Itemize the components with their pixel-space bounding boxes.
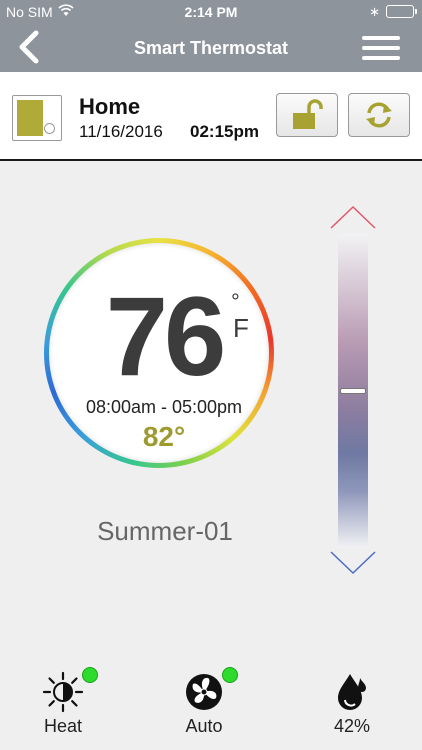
dial-face: 76 ° F 08:00am - 05:00pm 82° (49, 243, 269, 463)
battery-icon (386, 5, 417, 18)
menu-line-icon (362, 46, 400, 50)
menu-line-icon (362, 36, 400, 40)
bluetooth-icon: ∗ (369, 4, 380, 19)
mode-active-indicator (82, 667, 98, 683)
unlock-icon (293, 99, 323, 129)
page-title: Smart Thermostat (133, 38, 289, 58)
slider-thumb[interactable] (340, 388, 366, 394)
fan-label: Auto (185, 716, 223, 736)
bottom-bar: Heat Auto 42% (0, 660, 422, 750)
decrease-arrow-icon[interactable] (328, 546, 378, 576)
refresh-icon (366, 102, 392, 128)
humidity-value: 42% (333, 716, 371, 736)
location-name: Home (79, 94, 141, 119)
unlock-button[interactable] (276, 93, 338, 137)
thermostat-device-icon[interactable] (12, 95, 62, 141)
nav-bar: No SIM 2:14 PM ∗ Smart Thermostat (0, 0, 422, 72)
fan-active-indicator (222, 667, 238, 683)
refresh-button[interactable] (348, 93, 410, 137)
temperature-dial[interactable]: 76 ° F 08:00am - 05:00pm 82° (44, 238, 274, 468)
fan-icon (186, 674, 222, 710)
schedule-profile-name[interactable]: Summer-01 (0, 516, 330, 547)
header-time: 02:15pm (190, 122, 259, 141)
schedule-time-range: 08:00am - 05:00pm (85, 397, 243, 417)
degree-symbol: ° (231, 289, 240, 314)
status-bar: No SIM 2:14 PM ∗ (0, 0, 422, 24)
humidity-drop-icon (338, 674, 366, 710)
device-panel (17, 100, 43, 136)
temperature-slider[interactable] (328, 204, 378, 576)
increase-arrow-icon[interactable] (328, 204, 378, 234)
setpoint-temperature: 82° (142, 421, 186, 452)
temperature-unit: F (233, 313, 249, 343)
header-date: 11/16/2016 (79, 122, 163, 141)
mode-label: Heat (43, 716, 83, 736)
humidity-button[interactable]: 42% (307, 670, 397, 740)
device-knob (44, 123, 55, 134)
location-header: Home 11/16/2016 02:15pm (0, 72, 422, 161)
status-time: 2:14 PM (184, 4, 238, 20)
menu-line-icon (362, 56, 400, 60)
hamburger-menu-button[interactable] (362, 36, 400, 62)
sun-icon (42, 671, 84, 713)
